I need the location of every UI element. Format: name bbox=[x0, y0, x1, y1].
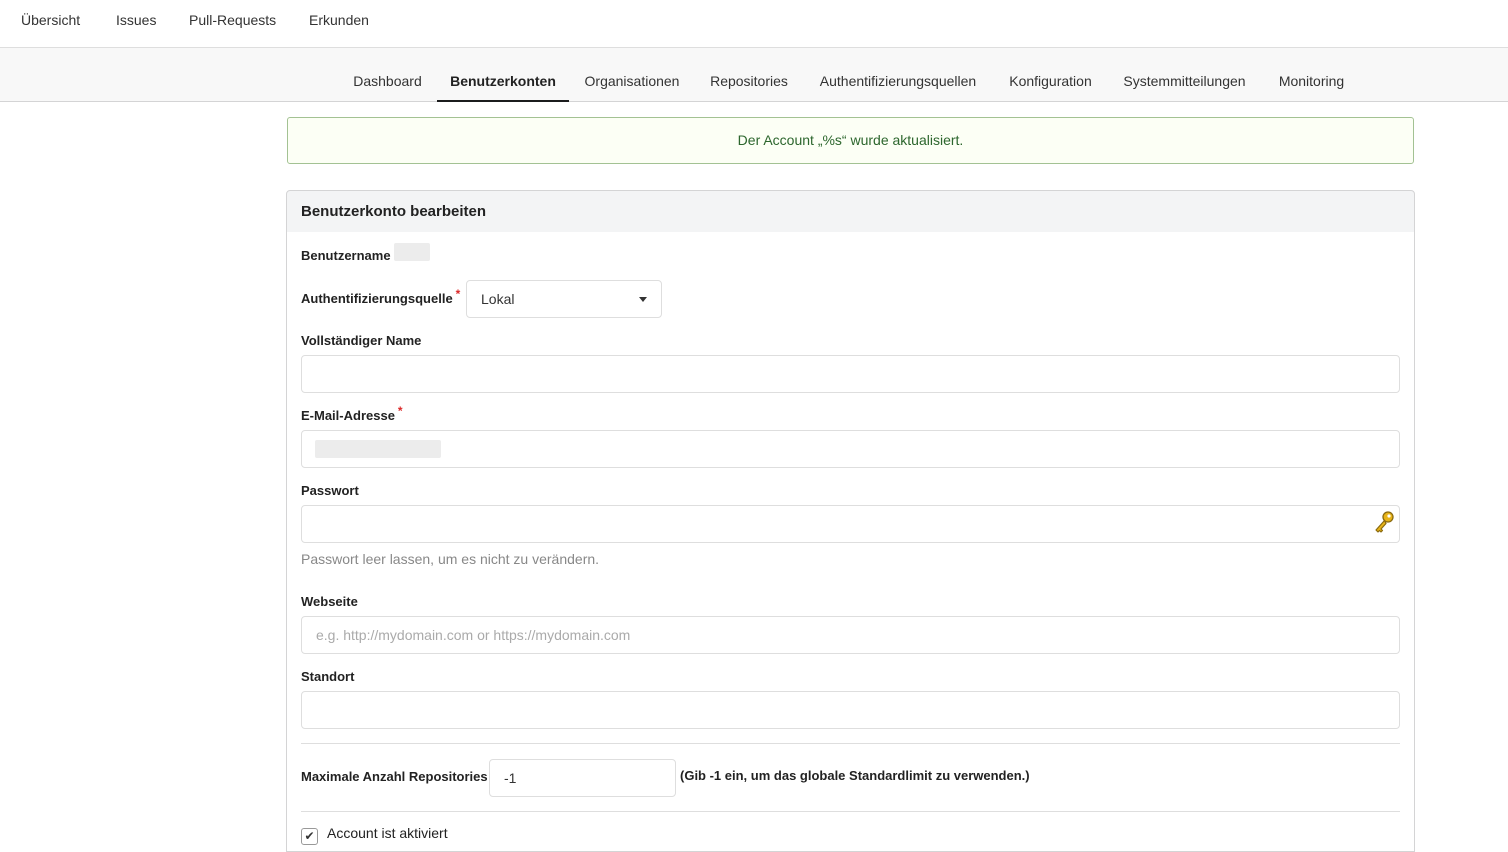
tab-user-accounts[interactable]: Benutzerkonten bbox=[437, 48, 569, 102]
account-active-checkbox[interactable]: ✔ bbox=[301, 828, 318, 845]
key-icon[interactable] bbox=[1372, 510, 1396, 536]
required-marker: * bbox=[455, 287, 461, 301]
admin-tabbar: Dashboard Benutzerkonten Organisationen … bbox=[0, 48, 1508, 102]
auth-source-value: Lokal bbox=[481, 291, 515, 307]
max-repos-input[interactable]: -1 bbox=[489, 759, 676, 797]
website-placeholder: e.g. http://mydomain.com or https://mydo… bbox=[316, 627, 631, 643]
check-icon: ✔ bbox=[304, 829, 315, 843]
full-name-label: Vollständiger Name bbox=[301, 333, 422, 348]
account-active-label: Account ist aktiviert bbox=[327, 825, 448, 841]
tab-auth-sources[interactable]: Authentifizierungsquellen bbox=[803, 48, 993, 102]
tab-monitoring[interactable]: Monitoring bbox=[1261, 48, 1362, 102]
caret-down-icon bbox=[639, 297, 647, 302]
divider bbox=[301, 743, 1400, 744]
tab-configuration[interactable]: Konfiguration bbox=[993, 48, 1108, 102]
nav-issues[interactable]: Issues bbox=[116, 12, 156, 28]
password-label: Passwort bbox=[301, 483, 359, 498]
max-repos-label: Maximale Anzahl Repositories bbox=[301, 769, 488, 784]
divider bbox=[301, 811, 1400, 812]
email-value-redacted bbox=[315, 440, 441, 458]
auth-source-label: Authentifizierungsquelle * bbox=[301, 287, 461, 306]
tab-system-notices[interactable]: Systemmitteilungen bbox=[1108, 48, 1261, 102]
nav-pull-requests[interactable]: Pull-Requests bbox=[189, 12, 276, 28]
nav-explore[interactable]: Erkunden bbox=[309, 12, 369, 28]
auth-source-select[interactable]: Lokal bbox=[466, 280, 662, 318]
website-input[interactable]: e.g. http://mydomain.com or https://mydo… bbox=[301, 616, 1400, 654]
password-input[interactable] bbox=[301, 505, 1400, 543]
tab-dashboard[interactable]: Dashboard bbox=[338, 48, 437, 102]
website-label: Webseite bbox=[301, 594, 358, 609]
email-input[interactable] bbox=[301, 430, 1400, 468]
tab-organizations[interactable]: Organisationen bbox=[569, 48, 695, 102]
password-help-text: Passwort leer lassen, um es nicht zu ver… bbox=[301, 551, 600, 567]
top-navigation: Übersicht Issues Pull-Requests Erkunden bbox=[0, 0, 1508, 48]
nav-overview[interactable]: Übersicht bbox=[21, 12, 80, 28]
username-label: Benutzername bbox=[301, 248, 391, 263]
full-name-input[interactable] bbox=[301, 355, 1400, 393]
max-repos-note: (Gib -1 ein, um das globale Standardlimi… bbox=[680, 768, 1030, 783]
tab-repositories[interactable]: Repositories bbox=[695, 48, 803, 102]
username-value-redacted bbox=[394, 243, 430, 261]
panel-title: Benutzerkonto bearbeiten bbox=[286, 190, 1415, 233]
success-message: Der Account „%s“ wurde aktualisiert. bbox=[287, 117, 1414, 164]
email-label: E-Mail-Adresse * bbox=[301, 404, 403, 423]
location-label: Standort bbox=[301, 669, 355, 684]
required-marker: * bbox=[397, 404, 403, 418]
location-input[interactable] bbox=[301, 691, 1400, 729]
